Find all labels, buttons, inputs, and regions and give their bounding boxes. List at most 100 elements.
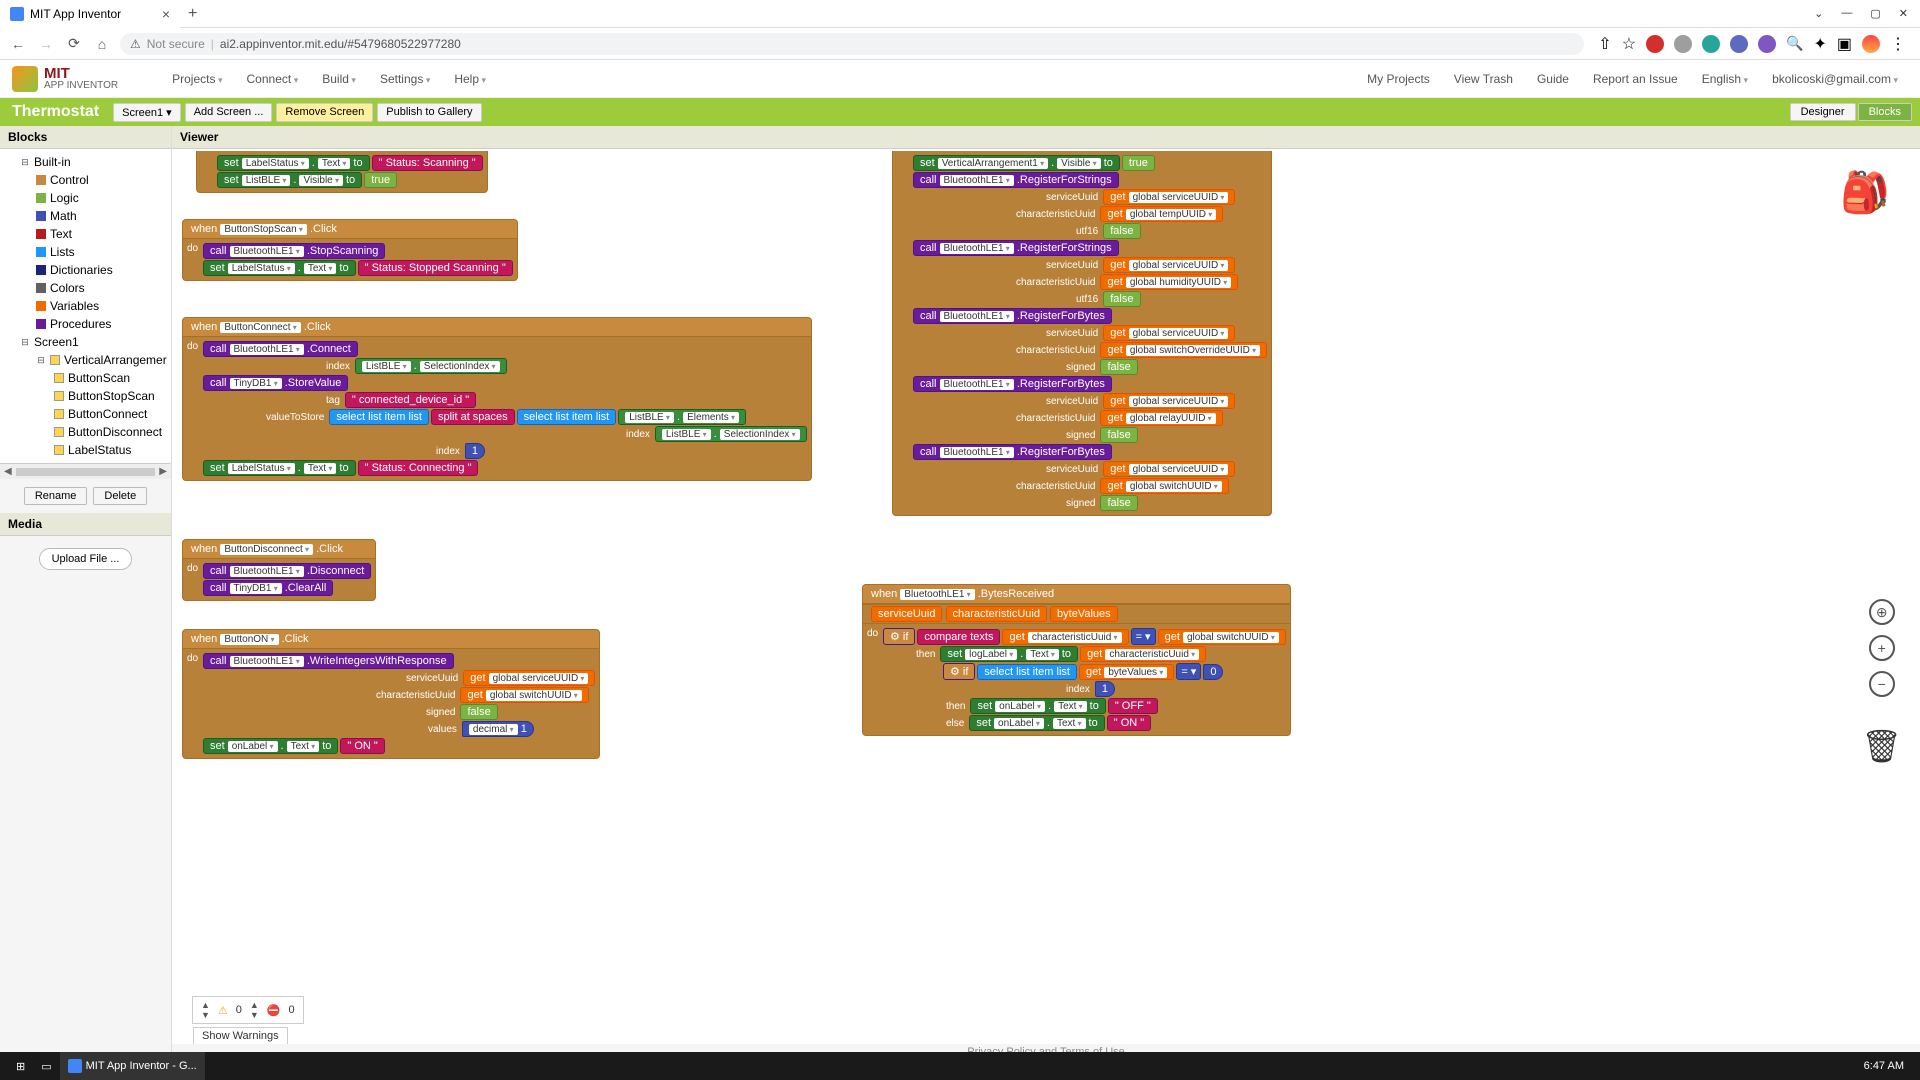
menu-icon[interactable]: ⋮	[1890, 34, 1906, 54]
tree-text[interactable]: Text	[0, 225, 171, 243]
rename-button[interactable]: Rename	[24, 487, 88, 505]
ext-icon-2[interactable]	[1674, 35, 1692, 53]
home-icon[interactable]: ⌂	[92, 36, 112, 52]
center-icon[interactable]: ⊕	[1869, 599, 1895, 625]
upload-file-button[interactable]: Upload File ...	[39, 548, 133, 570]
ext-icon-4[interactable]	[1730, 35, 1748, 53]
warnings-panel[interactable]: ▲▼ ⚠0 ▲▼ ⛔0 Show Warnings	[192, 996, 304, 1024]
tree-label-status[interactable]: LabelStatus	[0, 441, 171, 459]
ext-icon-5[interactable]	[1758, 35, 1776, 53]
blocks-canvas[interactable]: set LabelStatus . Text to" Status: Scann…	[172, 149, 1920, 1044]
reload-icon[interactable]: ⟳	[64, 35, 84, 52]
block-bytes-received[interactable]: when BluetoothLE1 .BytesReceived service…	[862, 584, 1291, 736]
url-text: ai2.appinventor.mit.edu/#547968052297728…	[220, 37, 461, 51]
delete-button[interactable]: Delete	[93, 487, 147, 505]
block-fragment-scan[interactable]: set LabelStatus . Text to" Status: Scann…	[196, 151, 488, 193]
screen-selector[interactable]: Screen1 ▾	[113, 103, 181, 122]
blocks-mode-button[interactable]: Blocks	[1858, 103, 1912, 121]
link-view-trash[interactable]: View Trash	[1444, 66, 1523, 92]
security-label: Not secure	[147, 37, 205, 51]
language-selector[interactable]: English	[1692, 66, 1758, 92]
designer-mode-button[interactable]: Designer	[1790, 103, 1856, 121]
share-icon[interactable]: ⇧	[1598, 34, 1611, 54]
tree-logic[interactable]: Logic	[0, 189, 171, 207]
menu-build[interactable]: Build	[312, 66, 366, 92]
dropdown-icon[interactable]: ⌄	[1814, 7, 1823, 20]
star-icon[interactable]: ☆	[1622, 34, 1636, 54]
sidebar: Blocks ⊟Built-in Control Logic Math Text…	[0, 126, 172, 1060]
tree-dictionaries[interactable]: Dictionaries	[0, 261, 171, 279]
tree-screen1[interactable]: ⊟Screen1	[0, 333, 171, 351]
account-menu[interactable]: bkolicoski@gmail.com	[1762, 66, 1908, 92]
tree-math[interactable]: Math	[0, 207, 171, 225]
error-count: 0	[289, 1004, 295, 1016]
app-topbar: MITAPP INVENTOR Projects Connect Build S…	[0, 60, 1920, 98]
tree-vertical-arrangement[interactable]: ⊟VerticalArrangemer	[0, 351, 171, 369]
search-icon[interactable]: 🔍	[1786, 35, 1803, 52]
tree-button-stopscan[interactable]: ButtonStopScan	[0, 387, 171, 405]
browser-titlebar: MIT App Inventor × + ⌄ — ▢ ✕	[0, 0, 1920, 28]
blocks-tree[interactable]: ⊟Built-in Control Logic Math Text Lists …	[0, 149, 171, 463]
minimize-icon[interactable]: —	[1841, 7, 1852, 20]
forward-icon[interactable]: →	[36, 36, 56, 52]
zoom-out-icon[interactable]: −	[1869, 671, 1895, 697]
tree-colors[interactable]: Colors	[0, 279, 171, 297]
trash-icon[interactable]: 🗑	[1861, 727, 1902, 765]
tree-button-connect[interactable]: ButtonConnect	[0, 405, 171, 423]
link-guide[interactable]: Guide	[1527, 66, 1579, 92]
tree-lists[interactable]: Lists	[0, 243, 171, 261]
block-button-on[interactable]: when ButtonON .Click do call BluetoothLE…	[182, 629, 600, 759]
extensions-icon[interactable]: ✦	[1813, 34, 1826, 54]
menu-projects[interactable]: Projects	[162, 66, 232, 92]
browser-tab[interactable]: MIT App Inventor ×	[0, 0, 180, 28]
error-icon: ⛔	[267, 1004, 281, 1017]
menu-settings[interactable]: Settings	[370, 66, 440, 92]
add-screen-button[interactable]: Add Screen ...	[185, 103, 273, 122]
remove-screen-button[interactable]: Remove Screen	[276, 103, 373, 122]
block-register-group[interactable]: set VerticalArrangement1 . Visible totru…	[892, 151, 1272, 516]
profile-avatar[interactable]	[1862, 35, 1880, 53]
canvas-controls: ⊕ + − 🗑	[1861, 599, 1902, 765]
taskview-icon[interactable]: ▭	[33, 1052, 59, 1080]
blocks-panel-header: Blocks	[0, 126, 171, 149]
block-button-stopscan[interactable]: when ButtonStopScan .Click do call Bluet…	[182, 219, 518, 281]
viewer-area: Viewer set LabelStatus . Text to" Status…	[172, 126, 1920, 1060]
new-tab-button[interactable]: +	[180, 5, 205, 23]
tree-control[interactable]: Control	[0, 171, 171, 189]
show-warnings-button[interactable]: Show Warnings	[193, 1027, 288, 1044]
tree-hscroll[interactable]: ◀▶	[0, 463, 171, 479]
extension-icons: ⇧ ☆ 🔍 ✦ ▣ ⋮	[1592, 34, 1912, 54]
taskbar-app[interactable]: MIT App Inventor - G...	[60, 1052, 205, 1080]
link-my-projects[interactable]: My Projects	[1357, 66, 1440, 92]
block-button-disconnect[interactable]: when ButtonDisconnect .Click do call Blu…	[182, 539, 376, 601]
project-bar: Thermostat Screen1 ▾ Add Screen ... Remo…	[0, 98, 1920, 126]
project-name: Thermostat	[8, 103, 103, 121]
publish-gallery-button[interactable]: Publish to Gallery	[377, 103, 481, 122]
tab-close-icon[interactable]: ×	[162, 6, 170, 22]
zoom-in-icon[interactable]: +	[1869, 635, 1895, 661]
menu-help[interactable]: Help	[444, 66, 496, 92]
url-field[interactable]: ⚠ Not secure | ai2.appinventor.mit.edu/#…	[120, 33, 1584, 55]
tree-button-scan[interactable]: ButtonScan	[0, 369, 171, 387]
close-window-icon[interactable]: ✕	[1899, 7, 1908, 20]
windows-taskbar: ⊞ ▭ MIT App Inventor - G... 6:47 AM	[0, 1052, 1920, 1080]
ext-icon-3[interactable]	[1702, 35, 1720, 53]
tree-variables[interactable]: Variables	[0, 297, 171, 315]
backpack-icon[interactable]: 🎒	[1840, 169, 1890, 216]
logo-text: MITAPP INVENTOR	[44, 66, 118, 91]
logo-icon	[12, 66, 38, 92]
maximize-icon[interactable]: ▢	[1870, 7, 1880, 20]
tree-procedures[interactable]: Procedures	[0, 315, 171, 333]
panel-icon[interactable]: ▣	[1837, 34, 1852, 54]
tree-builtin[interactable]: ⊟Built-in	[0, 153, 171, 171]
back-icon[interactable]: ←	[8, 36, 28, 52]
mit-logo[interactable]: MITAPP INVENTOR	[12, 66, 118, 92]
link-report-issue[interactable]: Report an Issue	[1583, 66, 1688, 92]
media-panel-header: Media	[0, 513, 171, 536]
start-button[interactable]: ⊞	[8, 1052, 33, 1080]
block-button-connect[interactable]: when ButtonConnect .Click do call Blueto…	[182, 317, 812, 481]
menu-connect[interactable]: Connect	[237, 66, 309, 92]
ext-icon-1[interactable]	[1646, 35, 1664, 53]
taskbar-clock[interactable]: 6:47 AM	[1856, 1052, 1912, 1080]
tree-button-disconnect[interactable]: ButtonDisconnect	[0, 423, 171, 441]
